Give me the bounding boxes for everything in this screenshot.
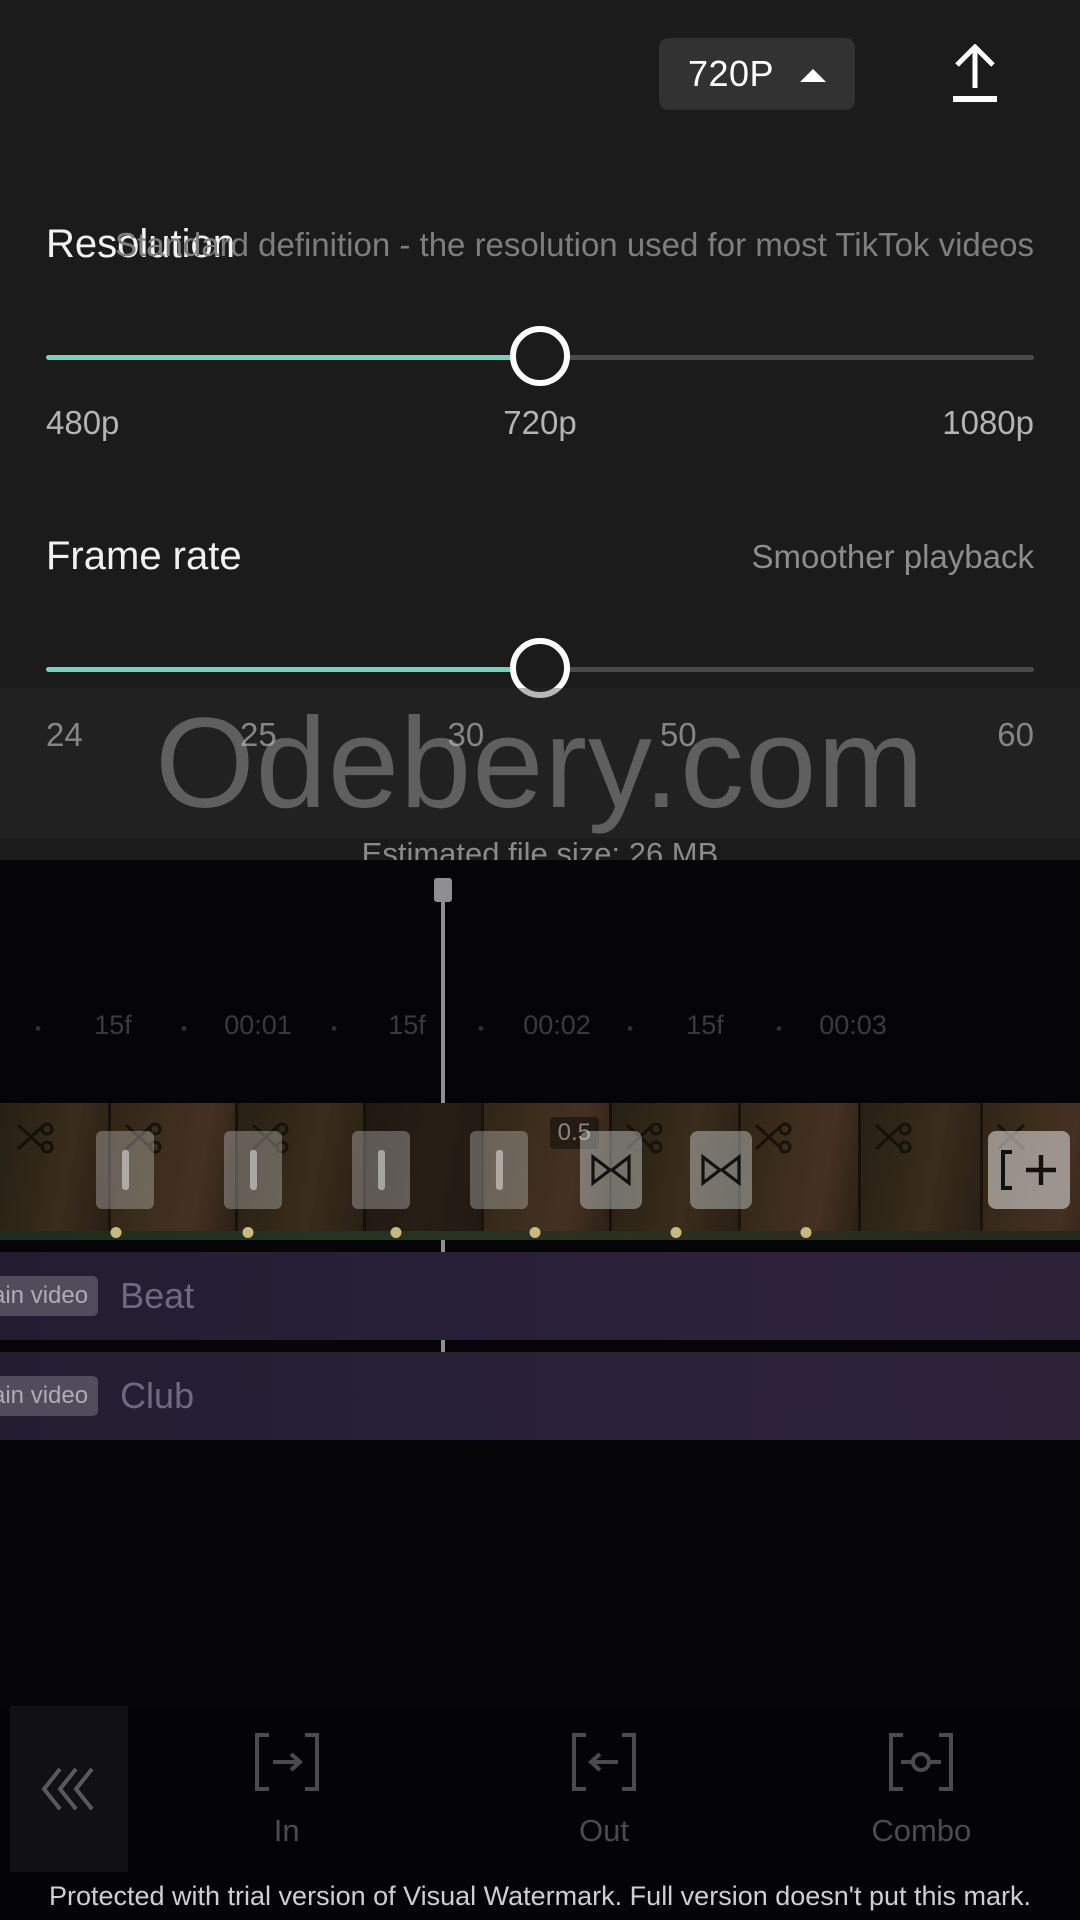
resolution-tick-labels: 480p 720p 1080p bbox=[46, 404, 1034, 450]
add-clip-button[interactable] bbox=[988, 1131, 1070, 1209]
bracket-icon bbox=[1001, 1150, 1012, 1190]
timeline-editor: 15f 00:01 15f 00:02 15f 00:03 0.5 in vid… bbox=[0, 860, 1080, 1920]
ruler-tick-4: 15f bbox=[686, 1010, 724, 1040]
frame-rate-hint: Smoother playback bbox=[751, 538, 1034, 575]
plus-icon bbox=[1026, 1155, 1056, 1185]
resolution-slider-fill bbox=[46, 355, 540, 360]
triangle-up-icon bbox=[800, 68, 827, 82]
resolution-chip-button[interactable]: 720P bbox=[659, 38, 855, 110]
export-settings-screen: 720P Resolution Standard definition - th… bbox=[0, 0, 1080, 1920]
audio-track-tag: Main video bbox=[0, 1276, 99, 1316]
keyframe-dot[interactable] bbox=[529, 1227, 541, 1238]
resolution-hint: Standard definition - the resolution use… bbox=[115, 226, 1034, 263]
audio-track-name: Beat bbox=[120, 1275, 195, 1316]
transition-button[interactable] bbox=[690, 1131, 752, 1209]
top-bar: 720P bbox=[0, 0, 1080, 148]
frame-rate-tick-50[interactable]: 50 bbox=[660, 716, 697, 754]
ruler-tick-5: 00:03 bbox=[819, 1010, 887, 1040]
tool-combo[interactable]: Combo bbox=[821, 1729, 1021, 1849]
clip-trim-handle[interactable] bbox=[470, 1131, 528, 1209]
timeline-ruler[interactable]: 15f 00:01 15f 00:02 15f 00:03 bbox=[0, 1010, 1080, 1070]
frame-rate-tick-60[interactable]: 60 bbox=[997, 716, 1034, 754]
frame-rate-tick-30[interactable]: 30 bbox=[448, 716, 485, 754]
export-settings-panel: Resolution Standard definition - the res… bbox=[0, 148, 1080, 871]
ruler-tick-1: 00:01 bbox=[224, 1010, 292, 1040]
frame-rate-title: Frame rate bbox=[46, 534, 242, 578]
tool-in[interactable]: In bbox=[187, 1729, 387, 1849]
resolution-slider[interactable] bbox=[46, 326, 1034, 390]
transition-bowtie-icon bbox=[701, 1153, 741, 1187]
keyframe-dot[interactable] bbox=[800, 1227, 812, 1238]
timeline-clip[interactable] bbox=[738, 1103, 858, 1231]
animation-tools: In Out Combo bbox=[128, 1706, 1080, 1872]
tool-out[interactable]: Out bbox=[504, 1729, 704, 1849]
frame-rate-slider[interactable] bbox=[46, 638, 1034, 702]
ruler-tick-3: 00:02 bbox=[523, 1010, 591, 1040]
keyframe-dot[interactable] bbox=[110, 1227, 122, 1238]
keyframe-dot[interactable] bbox=[242, 1227, 254, 1238]
audio-track-club[interactable]: Main video Club bbox=[0, 1352, 1080, 1440]
export-button[interactable] bbox=[930, 32, 1020, 118]
bracket-arrow-right-icon bbox=[254, 1733, 319, 1791]
ruler-tick-0: 15f bbox=[94, 1010, 132, 1040]
resolution-header: Resolution Standard definition - the res… bbox=[46, 222, 1034, 280]
scissors-icon bbox=[754, 1122, 792, 1154]
tool-out-label: Out bbox=[579, 1813, 629, 1848]
clip-trim-handle[interactable] bbox=[352, 1131, 410, 1209]
clip-trim-handle[interactable] bbox=[224, 1131, 282, 1209]
upload-arrow-icon bbox=[953, 44, 997, 102]
footer-watermark: Protected with trial version of Visual W… bbox=[48, 1881, 1032, 1911]
keyframe-dot[interactable] bbox=[670, 1227, 682, 1238]
ruler-tick-2: 15f bbox=[388, 1010, 426, 1040]
audio-track-tag: Main video bbox=[0, 1376, 99, 1416]
bottom-toolbar: In Out Combo Protected with trial versio… bbox=[0, 1706, 1080, 1920]
frame-rate-tick-labels: 24 25 30 50 60 bbox=[46, 716, 1034, 762]
video-clip-track[interactable]: 0.5 bbox=[0, 1103, 1080, 1231]
frame-rate-tick-24[interactable]: 24 bbox=[46, 716, 83, 754]
resolution-chip-label: 720P bbox=[687, 53, 775, 94]
transition-button[interactable] bbox=[580, 1131, 642, 1209]
transition-bowtie-icon bbox=[591, 1153, 631, 1187]
resolution-tick-720p[interactable]: 720p bbox=[503, 404, 576, 442]
frame-rate-tick-25[interactable]: 25 bbox=[240, 716, 277, 754]
clip-trim-handle[interactable] bbox=[96, 1131, 154, 1209]
bracket-circle-icon bbox=[889, 1733, 954, 1791]
frame-rate-slider-fill bbox=[46, 667, 540, 672]
resolution-tick-1080p[interactable]: 1080p bbox=[942, 404, 1034, 442]
frame-rate-header: Frame rate Smoother playback bbox=[46, 534, 1034, 592]
resolution-section: Resolution Standard definition - the res… bbox=[0, 222, 1080, 450]
tool-combo-label: Combo bbox=[871, 1813, 972, 1848]
timeline-clip[interactable] bbox=[858, 1103, 980, 1231]
timeline-clip[interactable] bbox=[0, 1103, 108, 1231]
tool-in-label: In bbox=[273, 1813, 300, 1848]
scissors-icon bbox=[16, 1122, 54, 1154]
bracket-arrow-left-icon bbox=[571, 1733, 636, 1791]
frame-rate-section: Frame rate Smoother playback 24 25 30 50… bbox=[0, 534, 1080, 762]
resolution-slider-knob[interactable] bbox=[510, 326, 570, 386]
keyframe-dot[interactable] bbox=[390, 1227, 402, 1238]
collapse-panel-button[interactable] bbox=[10, 1706, 128, 1872]
scissors-icon bbox=[874, 1122, 912, 1154]
chevrons-left-icon bbox=[41, 1767, 94, 1811]
resolution-tick-480p[interactable]: 480p bbox=[46, 404, 119, 442]
audio-track-name: Club bbox=[120, 1375, 195, 1416]
frame-rate-slider-knob[interactable] bbox=[510, 638, 570, 698]
audio-track-beat[interactable]: Main video Beat bbox=[0, 1252, 1080, 1340]
